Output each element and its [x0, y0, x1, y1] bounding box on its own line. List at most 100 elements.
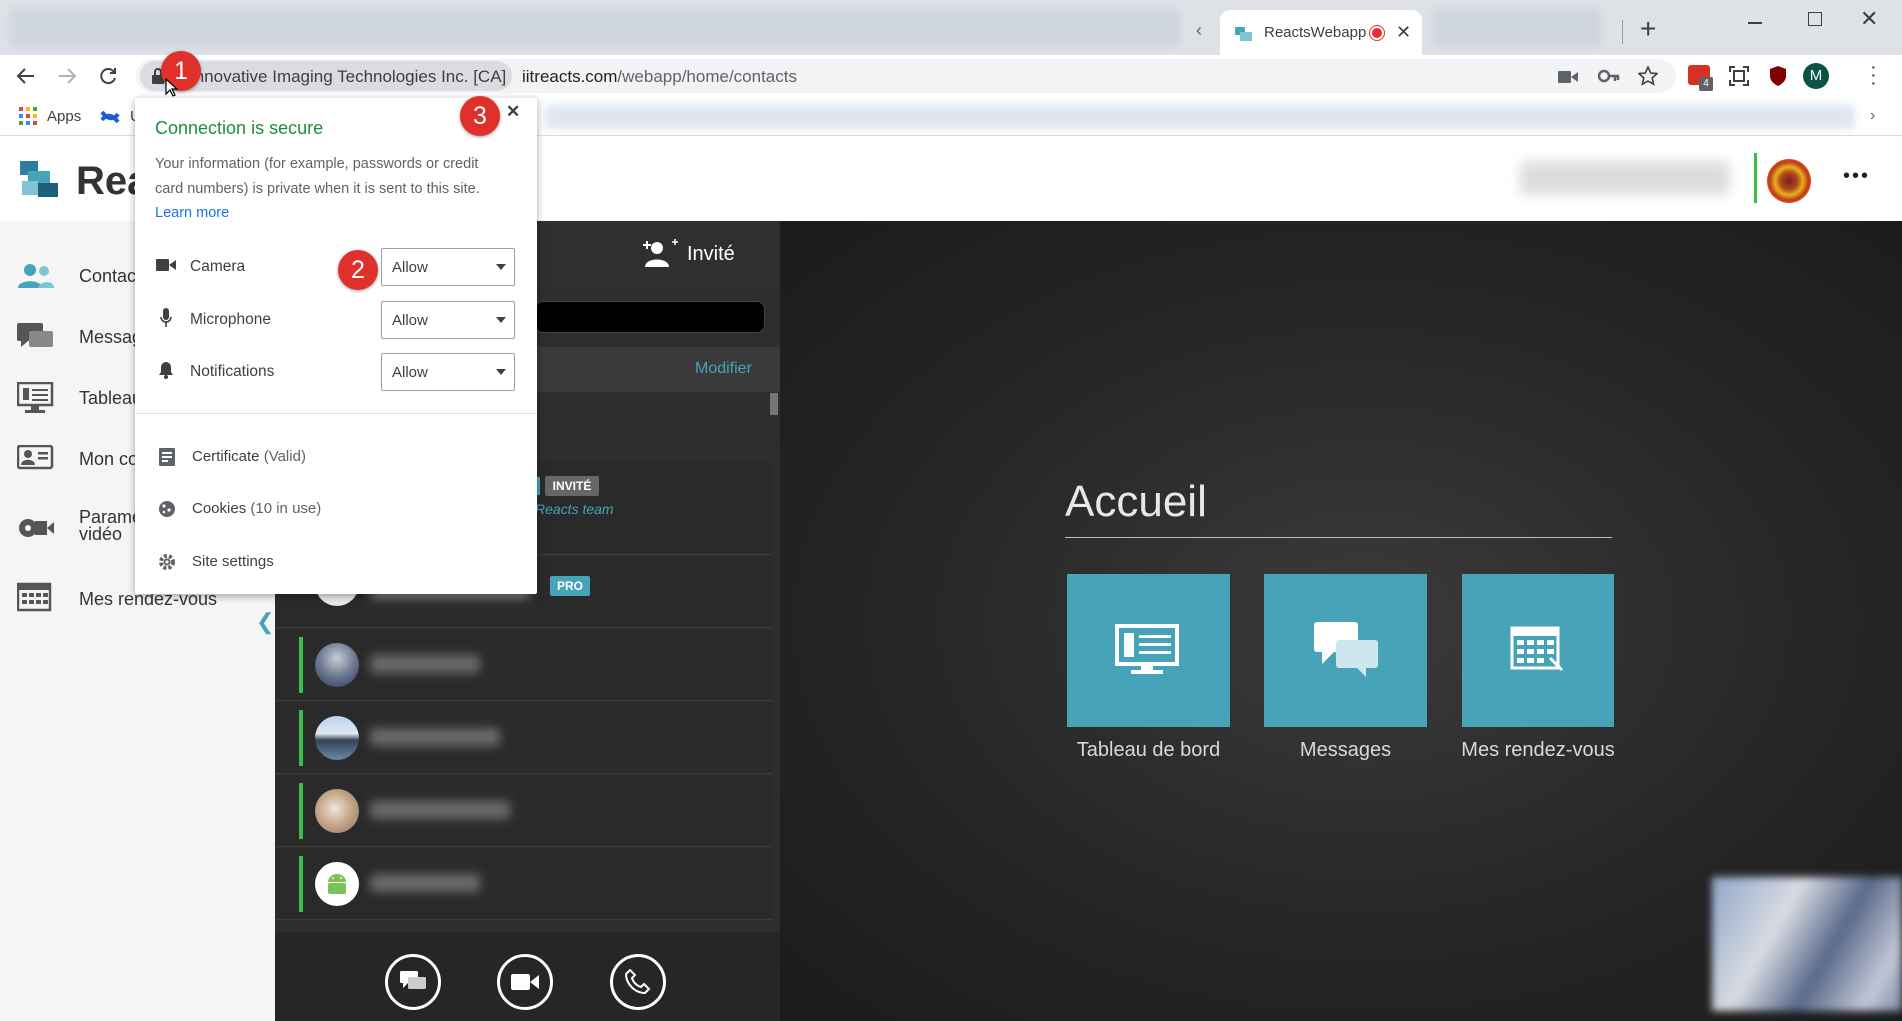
active-tab[interactable]: ReactsWebapp ✕ — [1220, 10, 1422, 55]
tab-scroll-left-icon[interactable]: ‹ — [1196, 20, 1202, 41]
site-settings-row[interactable]: Site settings — [135, 543, 537, 583]
app-menu-icon[interactable]: ••• — [1843, 165, 1870, 188]
maximize-button[interactable] — [1808, 12, 1822, 26]
window-close-button[interactable]: ✕ — [1860, 6, 1878, 32]
pro-badge: PRO — [550, 576, 590, 596]
status-bar-indicator — [1754, 153, 1757, 203]
contact-name-blurred — [370, 655, 480, 673]
certificate-link: Certificate (Valid) — [192, 448, 306, 465]
phone-icon — [625, 969, 651, 995]
bookmarks-overflow-icon[interactable]: › — [1870, 107, 1875, 125]
certificate-row[interactable]: Certificate (Valid) — [135, 438, 537, 478]
calendar-icon — [17, 582, 52, 612]
blurred-bookmarks[interactable] — [545, 105, 1855, 129]
tile-appointments[interactable] — [1462, 574, 1614, 727]
contacts-icon — [18, 264, 54, 288]
popup-close-icon[interactable]: ✕ — [506, 102, 520, 122]
annotation-badge-2: 2 — [338, 250, 378, 290]
sidebar-item-label: Messag — [79, 327, 143, 347]
key-icon[interactable] — [1598, 68, 1620, 84]
tile-dashboard-label[interactable]: Tableau de bord — [1047, 739, 1250, 762]
tile-dashboard[interactable] — [1067, 574, 1230, 727]
chat-button[interactable] — [385, 954, 441, 1010]
invited-badge: INVITÉ — [545, 476, 599, 496]
contact-name-blurred — [370, 728, 500, 746]
apps-bookmark-label[interactable]: Apps — [47, 108, 81, 125]
popup-divider — [135, 413, 537, 414]
chevron-down-icon — [496, 317, 506, 323]
ublock-shield-icon[interactable] — [1768, 65, 1788, 87]
home-main: Accueil Tableau de bord Messages Mes ren… — [780, 221, 1902, 1021]
contact-name-blurred — [370, 801, 510, 819]
video-settings-icon — [19, 519, 54, 537]
reload-icon[interactable] — [98, 66, 118, 86]
chevron-down-icon — [496, 369, 506, 375]
camera-permission-select[interactable]: Allow — [381, 248, 515, 286]
cookies-link: Cookies (10 in use) — [192, 500, 321, 517]
tab-strip: ‹ ReactsWebapp ✕ + ✕ — [0, 0, 1902, 55]
connection-description: Your information (for example, passwords… — [155, 156, 480, 197]
browser-toolbar: Innovative Imaging Technologies Inc. [CA… — [0, 55, 1902, 97]
sidebar-item-label: Tableau — [79, 388, 143, 408]
online-indicator — [299, 856, 303, 912]
microphone-permission-select[interactable]: Allow — [381, 301, 515, 339]
blurred-tab[interactable] — [1432, 8, 1602, 48]
mouse-cursor-icon — [165, 78, 179, 97]
camera-permission-label: Camera — [190, 258, 246, 275]
certificate-icon — [159, 448, 175, 466]
reacts-team-text: Reacts team — [535, 501, 614, 517]
extension-badge: 4 — [1699, 77, 1713, 91]
minimize-button[interactable] — [1748, 22, 1762, 24]
reacts-favicon-icon — [1235, 27, 1252, 41]
connection-secure-title: Connection is secure — [155, 118, 324, 138]
recording-indicator-icon — [1370, 26, 1384, 40]
contact-row[interactable] — [275, 848, 772, 920]
notifications-permission-value: Allow — [392, 364, 428, 381]
url-text[interactable]: iitreacts.com/webapp/home/contacts — [522, 67, 797, 87]
confluence-bookmark-icon[interactable] — [100, 106, 120, 126]
modify-button[interactable]: Modifier — [695, 360, 752, 378]
chat-icon — [1314, 622, 1378, 677]
self-video-preview[interactable] — [1712, 877, 1902, 1011]
video-call-button[interactable] — [497, 954, 553, 1010]
add-user-icon — [643, 239, 678, 267]
chevron-down-icon — [496, 264, 506, 270]
tile-appointments-label[interactable]: Mes rendez-vous — [1440, 739, 1636, 762]
contacts-search-input[interactable] — [535, 301, 765, 333]
contact-row[interactable] — [275, 702, 772, 774]
invite-label: Invité — [687, 243, 735, 265]
profile-avatar[interactable]: M — [1803, 63, 1829, 89]
browser-menu-icon[interactable]: · · · — [1870, 57, 1877, 93]
camera-in-use-icon[interactable] — [1558, 70, 1578, 84]
learn-more-link[interactable]: Learn more — [155, 205, 229, 221]
messages-icon — [17, 323, 53, 347]
back-icon[interactable] — [16, 67, 36, 85]
apps-grid-icon[interactable] — [19, 107, 37, 125]
url-path: /webapp/home/contacts — [617, 67, 797, 86]
tab-close-icon[interactable]: ✕ — [1396, 22, 1411, 43]
page-title: Accueil — [1065, 477, 1207, 526]
tile-messages[interactable] — [1264, 574, 1427, 727]
notifications-permission-select[interactable]: Allow — [381, 353, 515, 391]
online-indicator — [299, 637, 303, 693]
cookies-label: Cookies — [192, 500, 247, 517]
collapse-sidebar-icon[interactable]: ❮ — [256, 609, 274, 635]
chat-icon — [400, 971, 426, 989]
new-tab-button[interactable]: + — [1640, 13, 1656, 45]
contacts-footer — [275, 932, 780, 1021]
contacts-scrollbar[interactable] — [770, 393, 778, 415]
screenshot-extension-icon[interactable] — [1728, 65, 1750, 87]
reacts-logo-icon — [20, 161, 58, 197]
forward-icon[interactable] — [57, 67, 77, 85]
contact-row[interactable] — [275, 775, 772, 847]
contact-avatar — [315, 716, 359, 760]
blurred-tabs[interactable] — [10, 8, 1180, 48]
gear-icon — [159, 554, 175, 570]
cookies-row[interactable]: Cookies (10 in use) — [135, 490, 537, 530]
tile-messages-label[interactable]: Messages — [1244, 739, 1447, 762]
contact-row[interactable] — [275, 629, 772, 701]
phone-call-button[interactable] — [610, 954, 666, 1010]
bookmark-star-icon[interactable] — [1638, 66, 1658, 86]
certificate-label: Certificate — [192, 448, 260, 465]
user-avatar[interactable] — [1767, 159, 1811, 203]
